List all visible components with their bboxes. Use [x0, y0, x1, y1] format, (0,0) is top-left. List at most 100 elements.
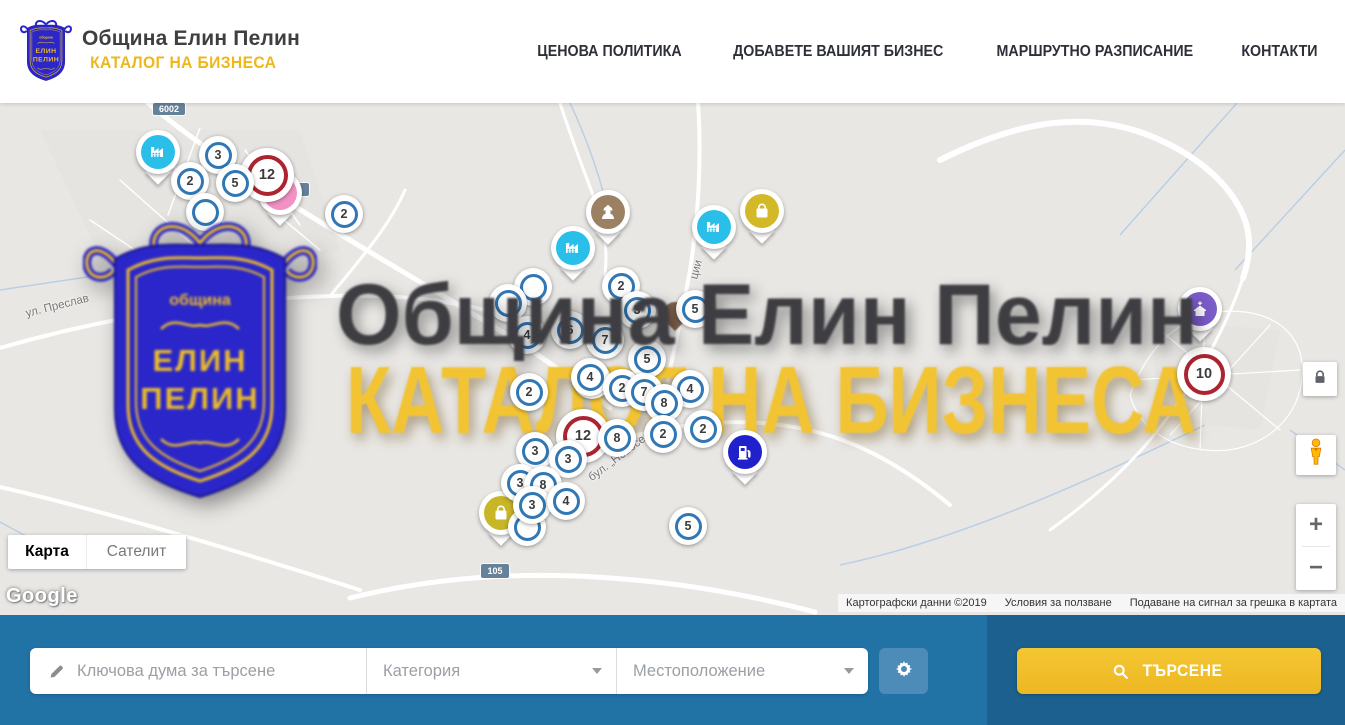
nav-item-contacts[interactable]: КОНТАКТИ [1241, 43, 1317, 61]
pegman-icon [1305, 438, 1327, 473]
cluster-ring: 10 [1184, 354, 1225, 395]
nav-item-route-schedule[interactable]: МАРШРУТНО РАЗПИСАНИЕ [997, 43, 1194, 61]
cluster-marker[interactable]: 5 [216, 164, 254, 202]
cluster-count: 3 [634, 303, 641, 317]
main-nav: ЦЕНОВА ПОЛИТИКА ДОБАВЕТЕ ВАШИЯТ БИЗНЕС МАР… [531, 0, 1321, 103]
cluster-ring: 4 [577, 364, 604, 391]
cluster-count: 7 [602, 333, 609, 347]
cluster-count: 8 [661, 396, 668, 410]
markers-layer: 123252235647542274822128333834510 [0, 103, 1345, 615]
keyword-search-input[interactable] [77, 662, 352, 681]
cluster-count: 5 [685, 519, 692, 533]
pin-circle [740, 189, 784, 233]
category-select[interactable]: Категория [366, 648, 616, 694]
search-bar: Категория Местоположение [0, 615, 1345, 725]
site-subtitle: КАТАЛОГ НА БИЗНЕСА [90, 53, 276, 73]
zoom-in-button[interactable]: + [1296, 504, 1336, 546]
cluster-ring: 2 [690, 416, 717, 443]
header: община ЕЛИН ПЕЛИН Община Елин Пелин КАТА… [0, 0, 1345, 103]
pencil-icon [48, 663, 65, 680]
cluster-count: 2 [618, 279, 625, 293]
map-region[interactable]: 6002105ул. Преславбул. „Новоселции КАТАЛ… [0, 103, 1345, 615]
cluster-ring: 3 [522, 438, 549, 465]
factory-pin-marker[interactable] [692, 205, 736, 263]
cluster-ring: 3 [555, 446, 582, 473]
google-logo[interactable]: Google [6, 585, 78, 608]
cluster-count: 2 [700, 422, 707, 436]
location-select[interactable]: Местоположение [616, 648, 868, 694]
cluster-count: 6 [567, 323, 574, 337]
map-attribution: Картографски данни ©2019Условия за ползв… [838, 594, 1345, 612]
cluster-marker[interactable]: 7 [586, 321, 624, 359]
fuel-icon [735, 442, 755, 462]
cluster-ring: 4 [514, 322, 541, 349]
chevron-down-icon [592, 668, 602, 674]
cluster-marker[interactable]: 6 [551, 311, 589, 349]
bag-icon [752, 201, 772, 221]
cluster-ring [192, 199, 219, 226]
cluster-ring: 3 [624, 297, 651, 324]
report-error-link[interactable]: Подаване на сигнал за грешка в картата [1130, 597, 1337, 609]
cluster-marker[interactable]: 4 [508, 316, 546, 354]
zoom-control: + − [1296, 504, 1336, 590]
cluster-marker[interactable]: 2 [684, 410, 722, 448]
cluster-count: 5 [644, 352, 651, 366]
cluster-marker[interactable] [186, 193, 224, 231]
cluster-marker[interactable]: 5 [676, 290, 714, 328]
pin-circle [586, 190, 630, 234]
cluster-ring: 3 [519, 492, 546, 519]
cluster-ring: 8 [604, 425, 631, 452]
cluster-count: 2 [526, 385, 533, 399]
church-pin-marker[interactable] [1178, 287, 1222, 345]
cluster-count: 2 [660, 427, 667, 441]
site-title: Община Елин Пелин [82, 27, 300, 51]
cluster-marker[interactable]: 4 [547, 482, 585, 520]
cluster-marker[interactable]: 3 [618, 291, 656, 329]
cluster-ring: 5 [222, 170, 249, 197]
advanced-settings-button[interactable] [879, 648, 928, 694]
zoom-out-button[interactable]: − [1296, 547, 1336, 589]
construction-worker-pin-marker[interactable] [586, 190, 630, 248]
cluster-marker[interactable]: 5 [669, 507, 707, 545]
pegman-control[interactable] [1296, 435, 1336, 475]
cluster-ring: 6 [557, 317, 584, 344]
cluster-marker[interactable]: 2 [510, 373, 548, 411]
terms-link[interactable]: Условия за ползване [1005, 597, 1112, 609]
cluster-marker[interactable]: 10 [1177, 347, 1231, 401]
cluster-count: 2 [187, 174, 194, 188]
church-icon [1190, 299, 1210, 319]
nav-item-pricing[interactable]: ЦЕНОВА ПОЛИТИКА [537, 43, 681, 61]
lock-icon [1311, 368, 1329, 391]
cluster-marker[interactable]: 8 [598, 419, 636, 457]
cluster-count: 3 [532, 444, 539, 458]
cluster-count: 3 [215, 148, 222, 162]
cluster-marker[interactable]: 2 [644, 415, 682, 453]
lock-button[interactable] [1303, 362, 1337, 396]
chevron-down-icon [844, 668, 854, 674]
factory-icon [704, 217, 724, 237]
keyword-field-wrap [30, 648, 366, 694]
cluster-ring [495, 290, 522, 317]
map-type-button-map[interactable]: Карта [8, 535, 86, 569]
cluster-ring: 7 [592, 327, 619, 354]
factory-pin-marker[interactable] [136, 130, 180, 188]
cluster-marker[interactable]: 2 [325, 195, 363, 233]
cluster-ring: 2 [516, 379, 543, 406]
nav-item-add-business[interactable]: ДОБАВЕТЕ ВАШИЯТ БИЗНЕС [733, 43, 943, 61]
cluster-count: 10 [1196, 366, 1212, 382]
cluster-count: 4 [687, 382, 694, 396]
shopping-bag-pin-marker[interactable] [740, 189, 784, 247]
fuel-station-pin-marker[interactable] [723, 430, 767, 488]
cluster-ring: 5 [682, 296, 709, 323]
location-select-label: Местоположение [633, 662, 765, 681]
cluster-ring: 8 [651, 390, 678, 417]
cluster-marker[interactable]: 3 [513, 486, 551, 524]
cluster-ring: 4 [553, 488, 580, 515]
search-icon [1112, 663, 1129, 680]
map-type-button-satellite[interactable]: Сателит [86, 535, 186, 569]
brand-link[interactable]: община ЕЛИН ПЕЛИН Община Елин Пелин КАТА… [20, 18, 300, 82]
search-button[interactable]: ТЪРСЕНЕ [1017, 648, 1321, 694]
cluster-count: 2 [341, 207, 348, 221]
cluster-ring: 5 [634, 346, 661, 373]
svg-text:община: община [39, 35, 53, 39]
